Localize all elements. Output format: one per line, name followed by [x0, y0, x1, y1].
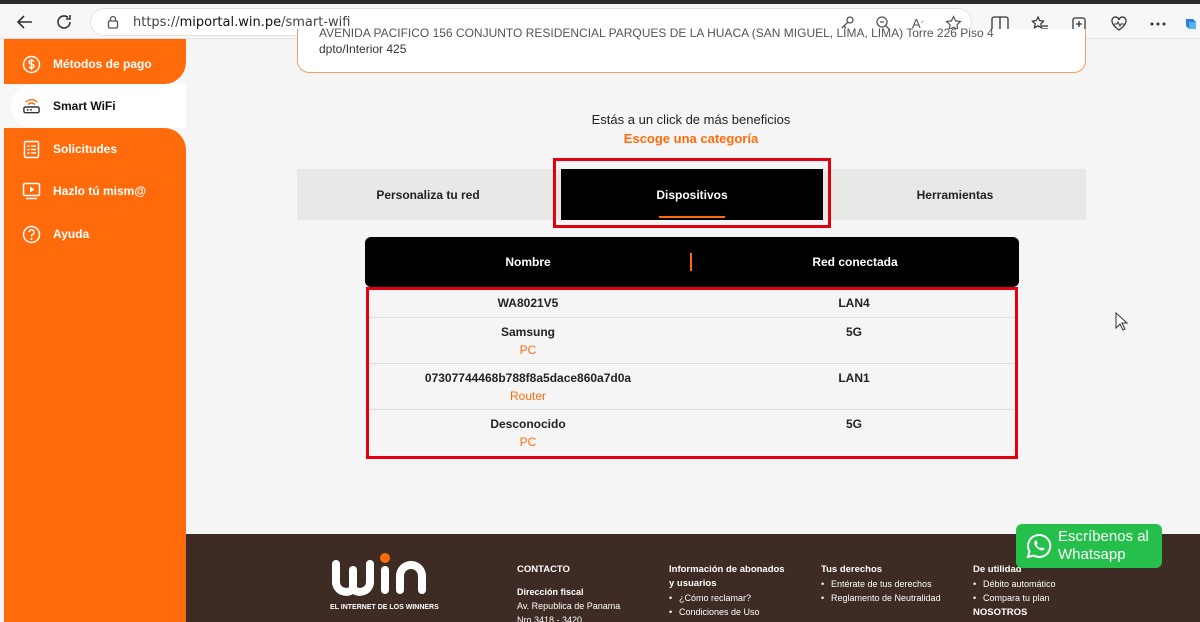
highlight-box-tab: [553, 158, 831, 228]
sidebar-item-label: Métodos de pago: [53, 57, 152, 71]
whatsapp-icon: [1026, 533, 1052, 564]
sidebar-item-hazlo-tu-mismo[interactable]: Hazlo tú mism@: [22, 179, 146, 203]
footer-link-como-reclamar[interactable]: ¿Cómo reclamar?: [669, 591, 789, 605]
tab-personaliza-tu-red[interactable]: Personaliza tu red: [297, 169, 559, 220]
health-heart-icon[interactable]: [1108, 13, 1130, 35]
main-content: AVENIDA PACIFICO 156 CONJUNTO RESIDENCIA…: [186, 26, 1200, 534]
logo-tagline: EL INTERNET DE LOS WINNERS: [330, 604, 439, 611]
highlight-box-table: [366, 287, 1018, 459]
more-options-icon[interactable]: [1147, 13, 1169, 35]
tab-herramientas[interactable]: Herramientas: [824, 169, 1086, 220]
refresh-icon[interactable]: [52, 10, 76, 34]
copilot-icon[interactable]: [1180, 13, 1200, 35]
column-header-nombre: Nombre: [505, 255, 551, 269]
sidebar: Métodos de pago Smart WiFi Solicitudes H…: [0, 39, 186, 622]
devices-table-header: Nombre Red conectada: [365, 237, 1019, 287]
sidebar-item-label: Smart WiFi: [53, 99, 116, 113]
sidebar-item-label: Hazlo tú mism@: [53, 184, 147, 198]
address-line-2: dpto/Interior 425: [319, 42, 407, 56]
footer-link-reglamento[interactable]: Reglamento de Neutralidad: [821, 591, 941, 605]
footer-rights-title: Tus derechos: [821, 564, 883, 575]
sidebar-item-ayuda[interactable]: Ayuda: [22, 222, 89, 246]
list-document-icon: [22, 140, 41, 159]
footer-contact-title: CONTACTO: [517, 564, 570, 575]
video-play-icon: [22, 182, 41, 201]
back-icon[interactable]: [13, 10, 37, 34]
service-address-card: AVENIDA PACIFICO 156 CONJUNTO RESIDENCIA…: [297, 26, 1086, 73]
footer-info: Información de abonados y usuarios ¿Cómo…: [669, 563, 789, 619]
address-line-1: AVENIDA PACIFICO 156 CONJUNTO RESIDENCIA…: [319, 26, 994, 40]
sidebar-item-label: Solicitudes: [53, 142, 118, 156]
router-icon: [22, 97, 41, 116]
win-logo[interactable]: EL INTERNET DE LOS WINNERS: [330, 552, 448, 611]
sidebar-item-label: Ayuda: [53, 227, 90, 241]
footer-link-enterate[interactable]: Entérate de tus derechos: [821, 577, 941, 591]
whatsapp-button[interactable]: Escríbenos al Whatsapp: [1016, 524, 1162, 568]
mouse-cursor-icon: [1115, 311, 1129, 337]
footer-fiscal-line: Av. Republica de Panama: [517, 601, 621, 611]
footer-link-compara[interactable]: Compara tu plan: [973, 591, 1083, 605]
whatsapp-label: Escríbenos al Whatsapp: [1058, 528, 1149, 563]
promo-subheadline: Escoge una categoría: [623, 131, 759, 146]
footer-link-debito[interactable]: Débito automático: [973, 577, 1083, 591]
lock-icon: [107, 15, 119, 34]
column-header-red-conectada: Red conectada: [812, 255, 898, 269]
footer-link-condiciones-de-uso[interactable]: Condiciones de Uso: [669, 605, 789, 619]
sidebar-item-metodos-de-pago[interactable]: Métodos de pago: [22, 52, 152, 76]
question-circle-icon: [22, 225, 41, 244]
promo-headline: Estás a un click de más beneficios: [591, 112, 791, 127]
footer-info-title: Información de abonados y usuarios: [669, 564, 785, 589]
footer-rights: Tus derechos Entérate de tus derechos Re…: [821, 563, 941, 605]
sidebar-item-smart-wifi[interactable]: Smart WiFi: [22, 94, 116, 118]
dollar-circle-icon: [22, 55, 41, 74]
url-text: https://miportal.win.pe/smart-wifi: [133, 15, 351, 30]
footer-nosotros-title: NOSOTROS: [973, 607, 1028, 618]
footer-fiscal-line-2: Nro 3418 - 3420: [517, 615, 583, 622]
footer-fiscal-title: Dirección fiscal: [517, 587, 584, 597]
sidebar-item-solicitudes[interactable]: Solicitudes: [22, 137, 117, 161]
footer-utility: De utilidad Débito automático Compara tu…: [973, 563, 1083, 620]
footer-contact: CONTACTO Dirección fiscal Av. Republica …: [517, 563, 637, 622]
